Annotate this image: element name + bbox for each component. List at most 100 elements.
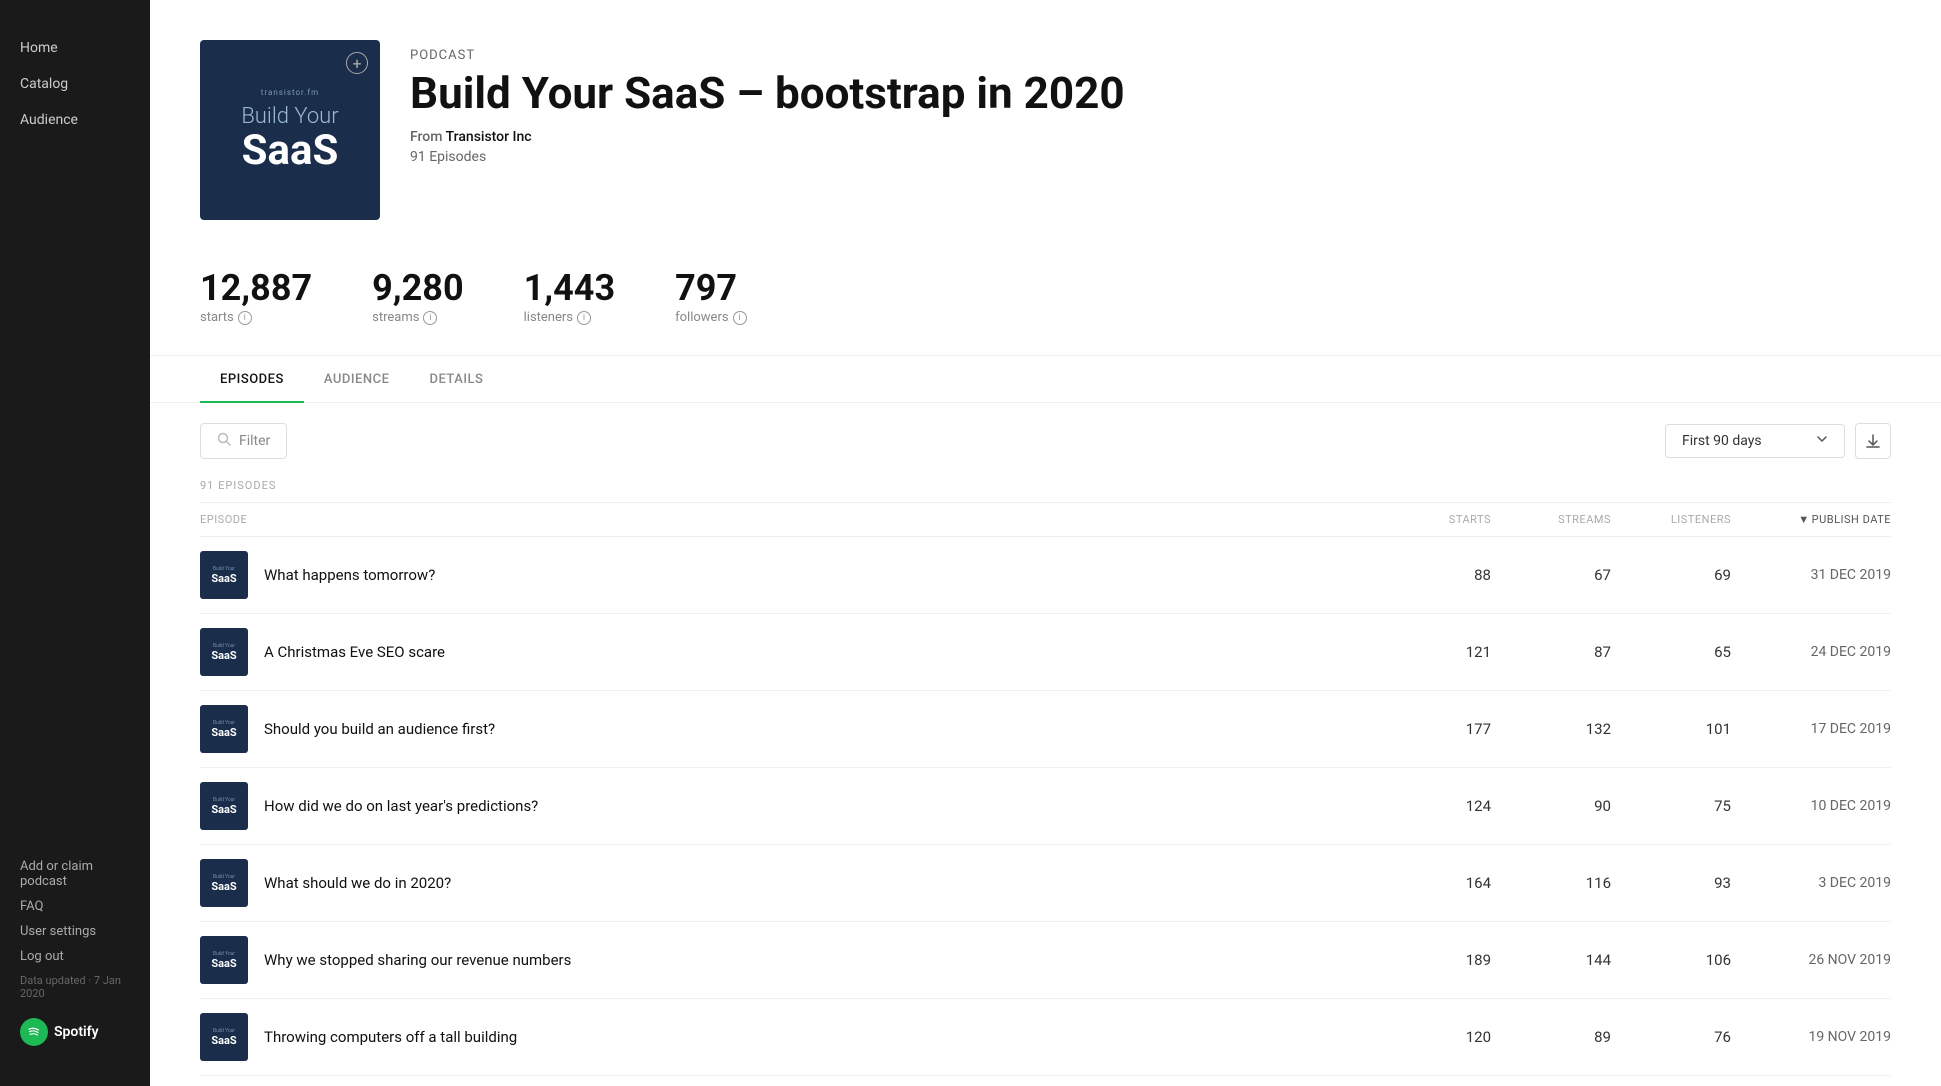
sidebar: HomeCatalogAudience Add or claim podcast… [0,0,150,1086]
table-row[interactable]: Build Your SaaS How did we do on last ye… [200,768,1891,845]
stat-value-followers: 797 [675,270,746,306]
episode-title: A Christmas Eve SEO scare [264,643,445,661]
sidebar-item-home[interactable]: Home [0,30,150,66]
tab-audience[interactable]: AUDIENCE [304,356,410,403]
episode-listeners: 101 [1611,720,1731,738]
episode-title: What should we do in 2020? [264,874,451,892]
sidebar-item-audience[interactable]: Audience [0,102,150,138]
podcast-header: transistor.fm + Build Your SaaS PODCAST … [150,0,1941,250]
episode-title: What happens tomorrow? [264,566,435,584]
episode-streams: 116 [1491,874,1611,892]
download-button[interactable] [1855,423,1891,459]
episode-streams: 132 [1491,720,1611,738]
stat-label-text: starts [200,310,234,325]
spotify-logo: Spotify [20,1018,130,1046]
column-header-starts[interactable]: STARTS [1371,513,1491,526]
episode-title: Throwing computers off a tall building [264,1028,517,1046]
episode-starts: 177 [1371,720,1491,738]
episode-listeners: 76 [1611,1028,1731,1046]
info-icon-streams[interactable]: i [423,311,437,325]
episode-publish-date: 26 NOV 2019 [1731,952,1891,968]
column-header-streams[interactable]: STREAMS [1491,513,1611,526]
episode-info: Build Your SaaS A Christmas Eve SEO scar… [200,628,1371,676]
stat-label-text: listeners [524,310,573,325]
tab-details[interactable]: DETAILS [409,356,503,403]
episode-info: Build Your SaaS Throwing computers off a… [200,1013,1371,1061]
stat-followers: 797 followers i [675,270,746,325]
episode-listeners: 106 [1611,951,1731,969]
table-row[interactable]: Build Your SaaS What happens tomorrow? 8… [200,537,1891,614]
column-header-publish_date[interactable]: ▼PUBLISH DATE [1731,513,1891,526]
episode-listeners: 75 [1611,797,1731,815]
column-header-listeners[interactable]: LISTENERS [1611,513,1731,526]
podcast-art-plus-icon: + [346,52,368,74]
stat-label-streams: streams i [372,310,463,325]
episode-publish-date: 17 DEC 2019 [1731,721,1891,737]
date-range-label: First 90 days [1682,433,1762,449]
episode-title: Should you build an audience first? [264,720,495,738]
filter-input[interactable]: Filter [200,423,287,459]
thumb-saas: SaaS [211,957,236,970]
toolbar-right: First 90 days [1665,423,1891,459]
search-icon [217,432,231,450]
stat-starts: 12,887 starts i [200,270,312,325]
episode-title: How did we do on last year's predictions… [264,797,538,815]
episode-info: Build Your SaaS Why we stopped sharing o… [200,936,1371,984]
from-label: From [410,129,446,145]
podcast-info: PODCAST Build Your SaaS – bootstrap in 2… [410,40,1125,165]
episode-listeners: 65 [1611,643,1731,661]
episode-info: Build Your SaaS What should we do in 202… [200,859,1371,907]
table-row[interactable]: Build Your SaaS Throwing computers off a… [200,999,1891,1076]
sidebar-item-catalog[interactable]: Catalog [0,66,150,102]
sidebar-bottom-add-claim[interactable]: Add or claim podcast [20,859,130,889]
podcast-art-saas: SaaS [241,130,338,172]
table-row[interactable]: Build Your SaaS Should you build an audi… [200,691,1891,768]
thumb-saas: SaaS [211,649,236,662]
sidebar-bottom-faq[interactable]: FAQ [20,899,130,914]
sidebar-bottom: Add or claim podcast FAQ User settings Log … [0,859,150,1066]
spotify-icon [20,1018,48,1046]
stat-listeners: 1,443 listeners i [524,270,615,325]
sidebar-bottom-log-out[interactable]: Log out [20,949,130,964]
podcast-art-text: Build Your SaaS [241,105,338,171]
stat-value-starts: 12,887 [200,270,312,306]
episodes-count: 91 Episodes [410,149,1125,165]
episodes-list: Build Your SaaS What happens tomorrow? 8… [200,537,1891,1076]
sidebar-nav: HomeCatalogAudience [0,20,150,859]
info-icon-listeners[interactable]: i [577,311,591,325]
thumb-saas: SaaS [211,880,236,893]
stat-label-followers: followers i [675,310,746,325]
tabs-row: EPISODESAUDIENCEDETAILS [150,356,1941,403]
info-icon-followers[interactable]: i [733,311,747,325]
stat-streams: 9,280 streams i [372,270,463,325]
stat-value-streams: 9,280 [372,270,463,306]
stat-label-text: streams [372,310,419,325]
episode-publish-date: 3 DEC 2019 [1731,875,1891,891]
sort-arrow-icon: ▼ [1798,513,1809,526]
episodes-count-row: 91 EPISODES [200,479,1891,503]
table-header: EPISODESTARTSSTREAMSLISTENERS▼PUBLISH DA… [200,503,1891,537]
episode-starts: 124 [1371,797,1491,815]
episode-thumbnail: Build Your SaaS [200,782,248,830]
column-header-episode[interactable]: EPISODE [200,513,1371,526]
sidebar-bottom-user-settings[interactable]: User settings [20,924,130,939]
table-row[interactable]: Build Your SaaS What should we do in 202… [200,845,1891,922]
podcast-art-brand: transistor.fm [261,88,319,97]
tab-episodes[interactable]: EPISODES [200,356,304,403]
episode-starts: 120 [1371,1028,1491,1046]
data-updated-label: Data updated · 7 Jan 2020 [20,974,130,1000]
episode-thumbnail: Build Your SaaS [200,551,248,599]
info-icon-starts[interactable]: i [238,311,252,325]
podcast-artwork: transistor.fm + Build Your SaaS [200,40,380,220]
episodes-section: Filter First 90 days [150,403,1941,1076]
episode-starts: 189 [1371,951,1491,969]
from-name: Transistor Inc [446,129,532,145]
episode-publish-date: 10 DEC 2019 [1731,798,1891,814]
table-row[interactable]: Build Your SaaS A Christmas Eve SEO scar… [200,614,1891,691]
date-range-dropdown[interactable]: First 90 days [1665,424,1845,458]
stat-value-listeners: 1,443 [524,270,615,306]
table-row[interactable]: Build Your SaaS Why we stopped sharing o… [200,922,1891,999]
episode-thumbnail: Build Your SaaS [200,1013,248,1061]
stats-row: 12,887 starts i 9,280 streams i 1,443 li… [150,250,1941,356]
podcast-title: Build Your SaaS – bootstrap in 2020 [410,69,1125,117]
